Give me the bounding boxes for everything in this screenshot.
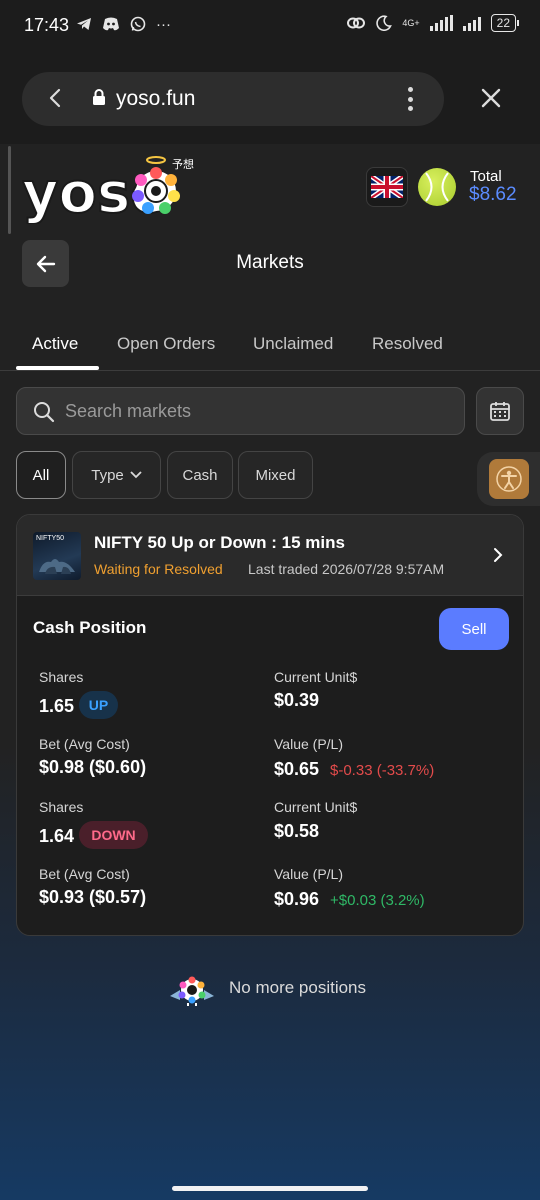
more-notifications: ··· <box>156 16 171 33</box>
position-card: NIFTY50 NIFTY 50 Up or Down : 15 mins Wa… <box>16 514 524 936</box>
chevron-right-icon[interactable] <box>491 547 505 563</box>
bull-bear-image <box>39 559 75 574</box>
language-button[interactable] <box>366 167 408 207</box>
profit-loss-positive: +$0.03 (3.2%) <box>330 892 425 909</box>
status-time: 17:43 <box>24 15 70 35</box>
moon-icon <box>376 15 393 31</box>
search-box[interactable] <box>16 387 465 435</box>
sell-button[interactable]: Sell <box>439 608 509 650</box>
lock-icon <box>93 89 105 105</box>
url-text[interactable]: yoso.fun <box>116 87 195 111</box>
unit-price-value: $0.39 <box>274 690 320 710</box>
value-pl-label: Value (P/L) <box>274 736 343 752</box>
filter-all-label: All <box>32 466 50 484</box>
side-badge-down: DOWN <box>79 821 148 849</box>
bet-label: Bet (Avg Cost) <box>39 866 130 882</box>
status-system-icons: 4G+ 22 <box>346 14 520 32</box>
scroll-indicator[interactable] <box>8 146 11 234</box>
shares-label: Shares <box>39 669 84 685</box>
mascot-icon <box>170 976 214 1006</box>
calendar-icon <box>490 402 510 421</box>
filter-type-label: Type <box>91 466 124 484</box>
discord-icon <box>103 17 119 31</box>
filter-all[interactable]: All <box>16 451 66 499</box>
tab-active[interactable]: Active <box>32 334 78 354</box>
signal-icon-2 <box>462 15 481 31</box>
back-chevron-icon[interactable] <box>44 86 68 110</box>
no-more-positions-text: No more positions <box>229 978 367 997</box>
yoso-logo[interactable]: yoso 予想 <box>21 154 202 227</box>
calendar-button[interactable] <box>476 387 524 435</box>
market-status: Waiting for Resolved <box>94 561 223 577</box>
address-bar[interactable]: yoso.fun <box>22 72 444 126</box>
signal-icon <box>429 15 453 31</box>
filter-cash-label: Cash <box>182 466 218 484</box>
accessibility-button[interactable] <box>477 452 540 506</box>
market-thumbnail: NIFTY50 <box>33 532 81 580</box>
browser-toolbar: yoso.fun <box>0 52 540 144</box>
network-type: 4G+ <box>402 17 420 28</box>
battery-icon: 22 <box>490 14 520 32</box>
home-indicator[interactable] <box>172 1186 368 1191</box>
total-balance[interactable]: $8.62 <box>469 184 517 206</box>
whatsapp-icon <box>130 16 146 32</box>
bet-label: Bet (Avg Cost) <box>39 736 130 752</box>
last-traded: Last traded 2026/07/28 9:57AM <box>248 561 445 577</box>
logo-subtitle: 予想 <box>172 157 194 171</box>
link-icon <box>347 17 366 29</box>
filter-type-dropdown[interactable]: Type <box>72 451 161 499</box>
bet-value: $0.98 ($0.60) <box>39 757 147 777</box>
shares-value: 1.64 <box>39 826 75 846</box>
kebab-menu-icon[interactable] <box>408 87 414 111</box>
value-pl-label: Value (P/L) <box>274 866 343 882</box>
tab-unclaimed[interactable]: Unclaimed <box>253 334 333 354</box>
filter-mixed-label: Mixed <box>255 466 296 484</box>
unit-price-value: $0.58 <box>274 821 320 841</box>
profit-loss-negative: $-0.33 (-33.7%) <box>330 762 435 779</box>
filter-cash[interactable]: Cash <box>167 451 233 499</box>
accessibility-icon <box>495 466 522 492</box>
tab-open-orders[interactable]: Open Orders <box>117 334 215 354</box>
market-title[interactable]: NIFTY 50 Up or Down : 15 mins <box>94 533 345 553</box>
search-input[interactable] <box>65 388 455 434</box>
page-title: Markets <box>236 252 304 273</box>
filter-mixed[interactable]: Mixed <box>238 451 313 499</box>
thumbnail-label: NIFTY50 <box>36 535 65 542</box>
search-icon <box>34 402 55 423</box>
telegram-icon <box>77 18 91 30</box>
tab-resolved[interactable]: Resolved <box>372 334 443 354</box>
close-icon[interactable] <box>480 87 502 109</box>
bet-value: $0.93 ($0.57) <box>39 887 147 907</box>
status-notification-icons: ··· <box>76 16 171 33</box>
end-of-list: No more positions <box>0 970 540 1006</box>
market-header[interactable]: NIFTY50 NIFTY 50 Up or Down : 15 mins Wa… <box>17 515 523 596</box>
unit-price-label: Current Unit$ <box>274 799 358 815</box>
status-bar: 17:43 ··· 4G+ 22 <box>0 0 540 52</box>
chevron-down-icon <box>130 471 142 479</box>
position-type-title: Cash Position <box>33 618 147 637</box>
side-badge-up: UP <box>79 691 118 719</box>
total-label: Total <box>470 168 502 185</box>
position-value: $0.65 <box>274 759 320 779</box>
tabs-divider <box>0 370 540 371</box>
position-value: $0.96 <box>274 889 320 909</box>
unit-price-label: Current Unit$ <box>274 669 358 685</box>
uk-flag-icon <box>371 176 403 198</box>
tennis-ball-icon[interactable] <box>418 168 456 206</box>
shares-value: 1.65 <box>39 696 75 716</box>
shares-label: Shares <box>39 799 84 815</box>
